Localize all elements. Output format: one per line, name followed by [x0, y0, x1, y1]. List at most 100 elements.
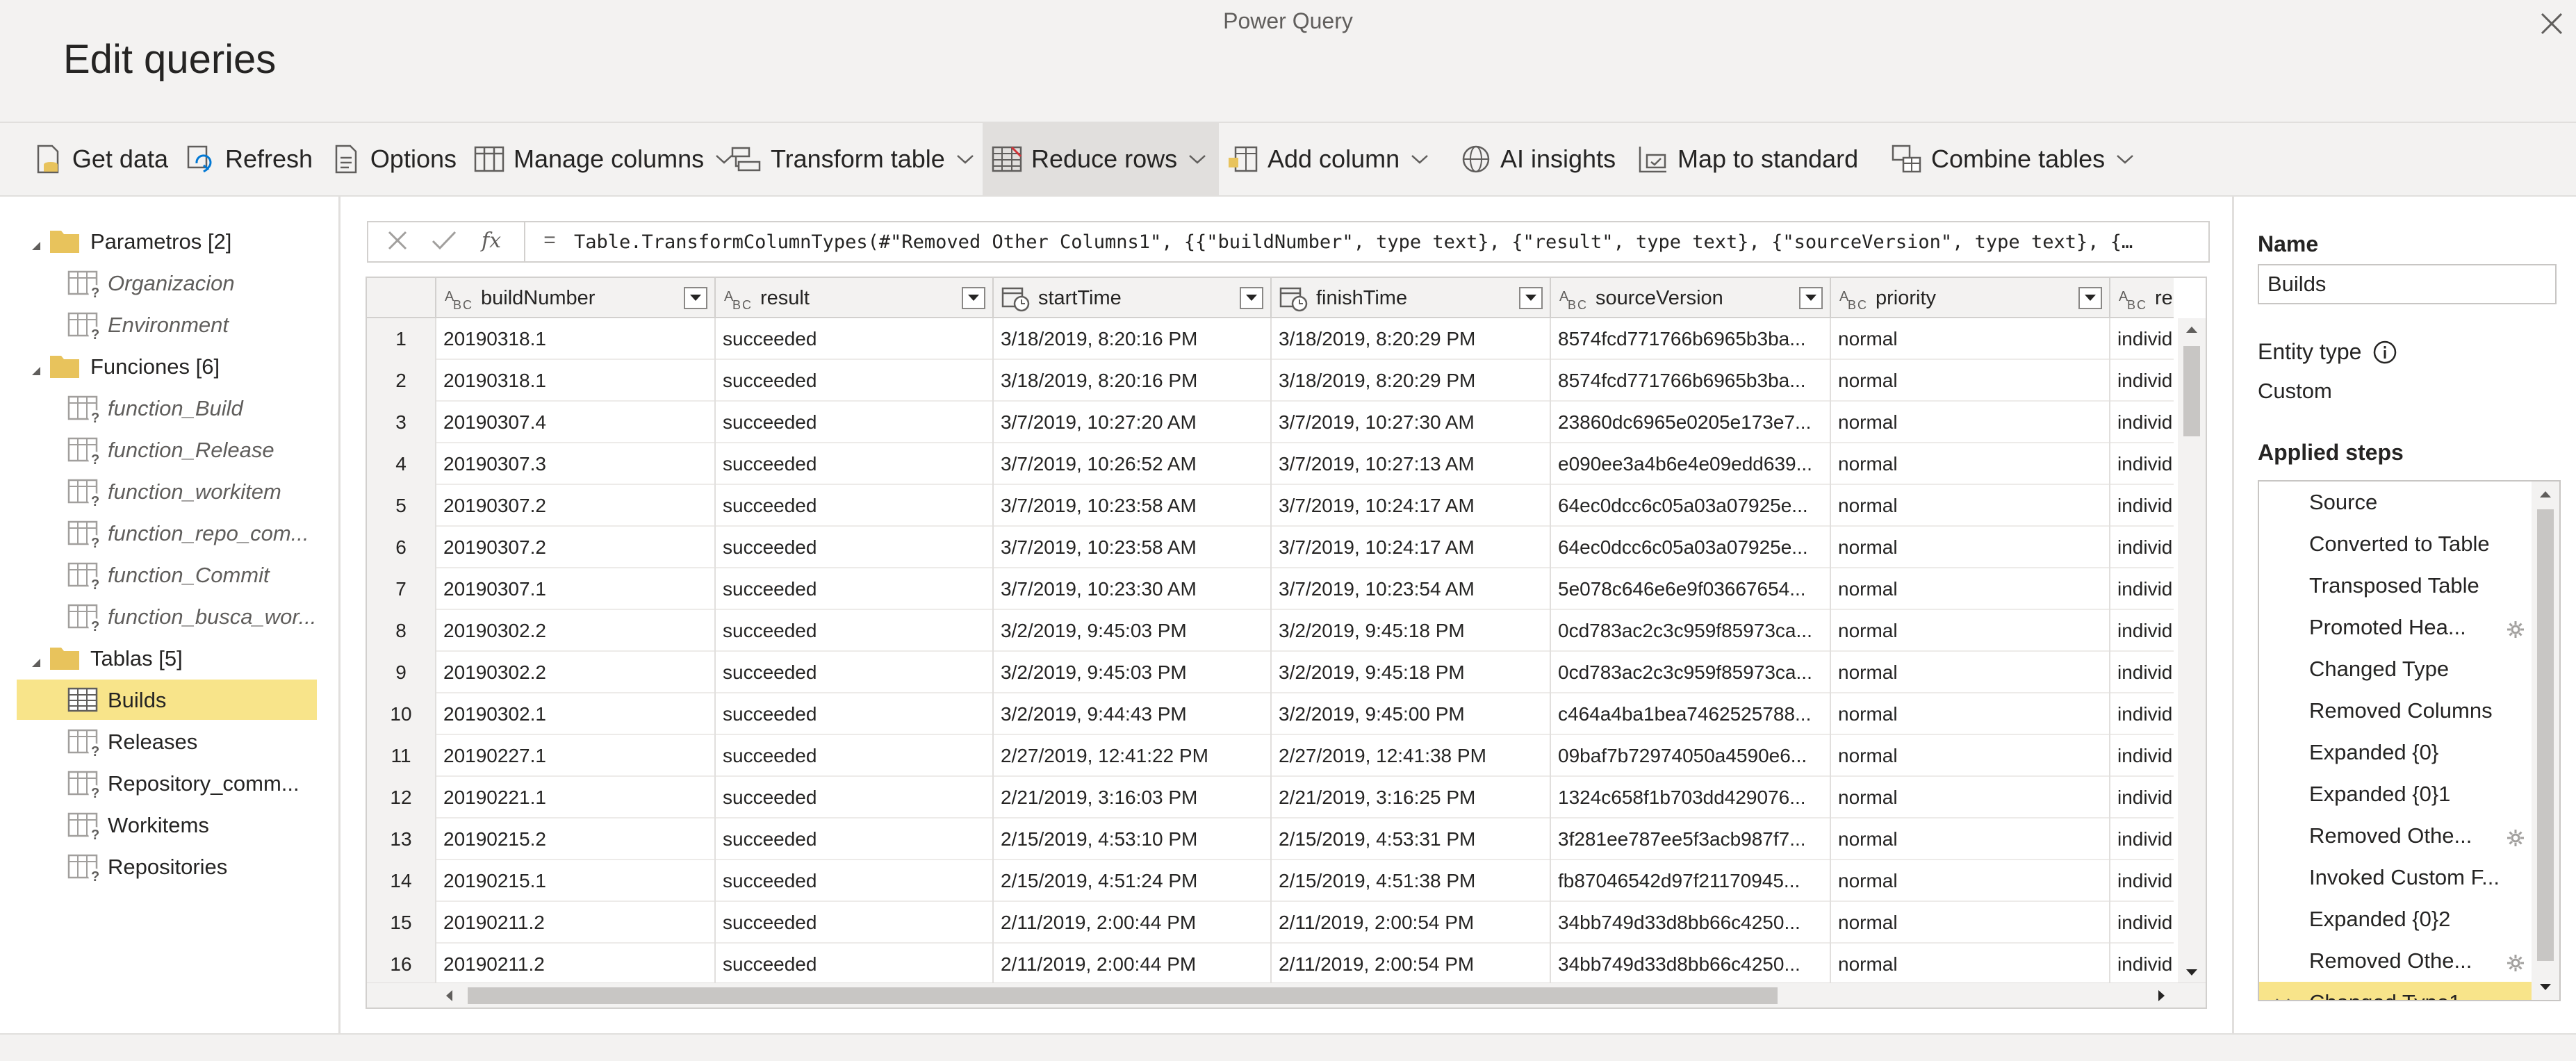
column-header-buildNumber[interactable]: A B C buildNumber: [436, 278, 716, 318]
table-row[interactable]: 5 20190307.2 succeeded 3/7/2019, 10:23:58 A…: [367, 485, 2174, 527]
query-item[interactable]: ? Organizacion: [0, 263, 338, 303]
table-cell[interactable]: 2/15/2019, 4:51:24 PM: [994, 860, 1272, 902]
scroll-down-icon[interactable]: [2185, 967, 2199, 978]
table-cell[interactable]: 0cd783ac2c3c959f85973ca...: [1551, 610, 1831, 652]
commit-formula-icon[interactable]: [431, 229, 457, 256]
table-cell[interactable]: individ: [2110, 860, 2174, 902]
table-cell[interactable]: 09baf7b72974050a4590e6...: [1551, 735, 1831, 777]
query-name-input[interactable]: Builds: [2258, 264, 2557, 304]
table-cell[interactable]: individ: [2110, 402, 2174, 443]
applied-step[interactable]: Transposed Table: [2259, 565, 2532, 607]
close-button[interactable]: [2527, 4, 2576, 46]
table-row[interactable]: 16 20190211.2 succeeded 2/11/2019, 2:00:44 …: [367, 944, 2174, 983]
table-cell[interactable]: normal: [1831, 402, 2110, 443]
chevron-down-icon[interactable]: [1411, 154, 1429, 165]
table-cell[interactable]: 20190307.2: [436, 527, 716, 568]
table-cell[interactable]: normal: [1831, 693, 2110, 735]
table-cell[interactable]: 3f281ee787ee5f3acb987f7...: [1551, 819, 1831, 860]
table-row[interactable]: 9 20190302.2 succeeded 3/2/2019, 9:45:03 PM…: [367, 652, 2174, 693]
table-cell[interactable]: 2/15/2019, 4:53:10 PM: [994, 819, 1272, 860]
fx-icon[interactable]: fx: [479, 227, 507, 258]
manage-columns-button[interactable]: Manage columns: [465, 123, 732, 195]
table-cell[interactable]: succeeded: [716, 568, 994, 610]
table-cell[interactable]: 2/11/2019, 2:00:54 PM: [1272, 944, 1551, 983]
text-type-icon[interactable]: ABC: [1837, 284, 1870, 312]
applied-step[interactable]: Removed Columns: [2259, 690, 2532, 732]
table-cell[interactable]: c464a4ba1bea7462525788...: [1551, 693, 1831, 735]
applied-step[interactable]: Changed Type: [2259, 648, 2532, 690]
table-cell[interactable]: normal: [1831, 777, 2110, 819]
table-cell[interactable]: 20190221.1: [436, 777, 716, 819]
table-cell[interactable]: succeeded: [716, 735, 994, 777]
query-item[interactable]: ? function_busca_wor...: [0, 596, 338, 636]
table-cell[interactable]: 2/11/2019, 2:00:54 PM: [1272, 902, 1551, 944]
text-type-icon[interactable]: ABC: [2116, 284, 2149, 312]
table-row[interactable]: 10 20190302.1 succeeded 3/2/2019, 9:44:43 P…: [367, 693, 2174, 735]
table-cell[interactable]: 20190318.1: [436, 360, 716, 402]
chevron-down-icon[interactable]: [1188, 154, 1206, 165]
table-cell[interactable]: succeeded: [716, 652, 994, 693]
query-group[interactable]: Tablas [5]: [0, 638, 338, 678]
query-item[interactable]: ? Workitems: [0, 805, 338, 845]
table-row[interactable]: 7 20190307.1 succeeded 3/7/2019, 10:23:30 A…: [367, 568, 2174, 610]
gear-icon[interactable]: [2507, 953, 2525, 978]
table-cell[interactable]: 3/2/2019, 9:45:03 PM: [994, 610, 1272, 652]
table-cell[interactable]: normal: [1831, 902, 2110, 944]
query-item[interactable]: ? function_Release: [0, 429, 338, 470]
query-group[interactable]: Parametros [2]: [0, 221, 338, 261]
applied-step[interactable]: Source: [2259, 482, 2532, 523]
table-cell[interactable]: 34bb749d33d8bb66c4250...: [1551, 944, 1831, 983]
table-cell[interactable]: normal: [1831, 527, 2110, 568]
table-cell[interactable]: individ: [2110, 568, 2174, 610]
text-type-icon[interactable]: ABC: [1557, 284, 1590, 312]
query-item[interactable]: ? function_workitem: [0, 471, 338, 511]
table-row[interactable]: 2 20190318.1 succeeded 3/18/2019, 8:20:16 P…: [367, 360, 2174, 402]
filter-dropdown-icon[interactable]: [1799, 287, 1823, 309]
table-cell[interactable]: succeeded: [716, 443, 994, 485]
steps-scrollbar[interactable]: [2532, 482, 2559, 1000]
horizontal-scroll-thumb[interactable]: [468, 987, 1778, 1004]
table-cell[interactable]: normal: [1831, 652, 2110, 693]
table-cell[interactable]: 20190307.3: [436, 443, 716, 485]
gear-icon[interactable]: [2507, 619, 2525, 644]
table-cell[interactable]: 3/18/2019, 8:20:29 PM: [1272, 360, 1551, 402]
filter-dropdown-icon[interactable]: [1240, 287, 1263, 309]
table-cell[interactable]: 3/18/2019, 8:20:16 PM: [994, 318, 1272, 360]
table-cell[interactable]: succeeded: [716, 318, 994, 360]
combine-tables-button[interactable]: Combine tables: [1882, 123, 2133, 195]
info-icon[interactable]: [2372, 340, 2397, 365]
applied-step[interactable]: Converted to Table: [2259, 523, 2532, 565]
collapse-caret-icon[interactable]: [29, 233, 43, 258]
table-cell[interactable]: 3/7/2019, 10:23:58 AM: [994, 485, 1272, 527]
query-item[interactable]: ? Environment: [0, 304, 338, 345]
table-cell[interactable]: succeeded: [716, 402, 994, 443]
table-row[interactable]: 3 20190307.4 succeeded 3/7/2019, 10:27:20 A…: [367, 402, 2174, 443]
table-cell[interactable]: individ: [2110, 485, 2174, 527]
applied-step[interactable]: Removed Othe...: [2259, 815, 2532, 857]
table-cell[interactable]: 2/21/2019, 3:16:25 PM: [1272, 777, 1551, 819]
table-cell[interactable]: 1324c658f1b703dd429076...: [1551, 777, 1831, 819]
table-row[interactable]: 15 20190211.2 succeeded 2/11/2019, 2:00:44 …: [367, 902, 2174, 944]
query-item[interactable]: ? Releases: [0, 721, 338, 762]
table-cell[interactable]: 2/21/2019, 3:16:03 PM: [994, 777, 1272, 819]
table-cell[interactable]: 20190307.1: [436, 568, 716, 610]
filter-dropdown-icon[interactable]: [1519, 287, 1543, 309]
table-row[interactable]: 13 20190215.2 succeeded 2/15/2019, 4:53:10 …: [367, 819, 2174, 860]
get-data-button[interactable]: Get data: [24, 123, 177, 195]
scroll-right-icon[interactable]: [2156, 989, 2167, 1003]
table-cell[interactable]: succeeded: [716, 693, 994, 735]
table-cell[interactable]: individ: [2110, 735, 2174, 777]
table-cell[interactable]: succeeded: [716, 527, 994, 568]
refresh-button[interactable]: Refresh: [177, 123, 322, 195]
collapse-caret-icon[interactable]: [29, 650, 43, 675]
table-cell[interactable]: individ: [2110, 318, 2174, 360]
steps-scroll-up-icon[interactable]: [2538, 488, 2552, 500]
table-row[interactable]: 4 20190307.3 succeeded 3/7/2019, 10:26:52 A…: [367, 443, 2174, 485]
applied-step[interactable]: Changed Type1: [2259, 982, 2532, 1000]
table-cell[interactable]: succeeded: [716, 902, 994, 944]
table-cell[interactable]: 3/2/2019, 9:44:43 PM: [994, 693, 1272, 735]
table-row[interactable]: 11 20190227.1 succeeded 2/27/2019, 12:41:22…: [367, 735, 2174, 777]
vertical-scroll-thumb[interactable]: [2183, 346, 2200, 436]
options-button[interactable]: Options: [322, 123, 465, 195]
table-cell[interactable]: 3/2/2019, 9:45:03 PM: [994, 652, 1272, 693]
